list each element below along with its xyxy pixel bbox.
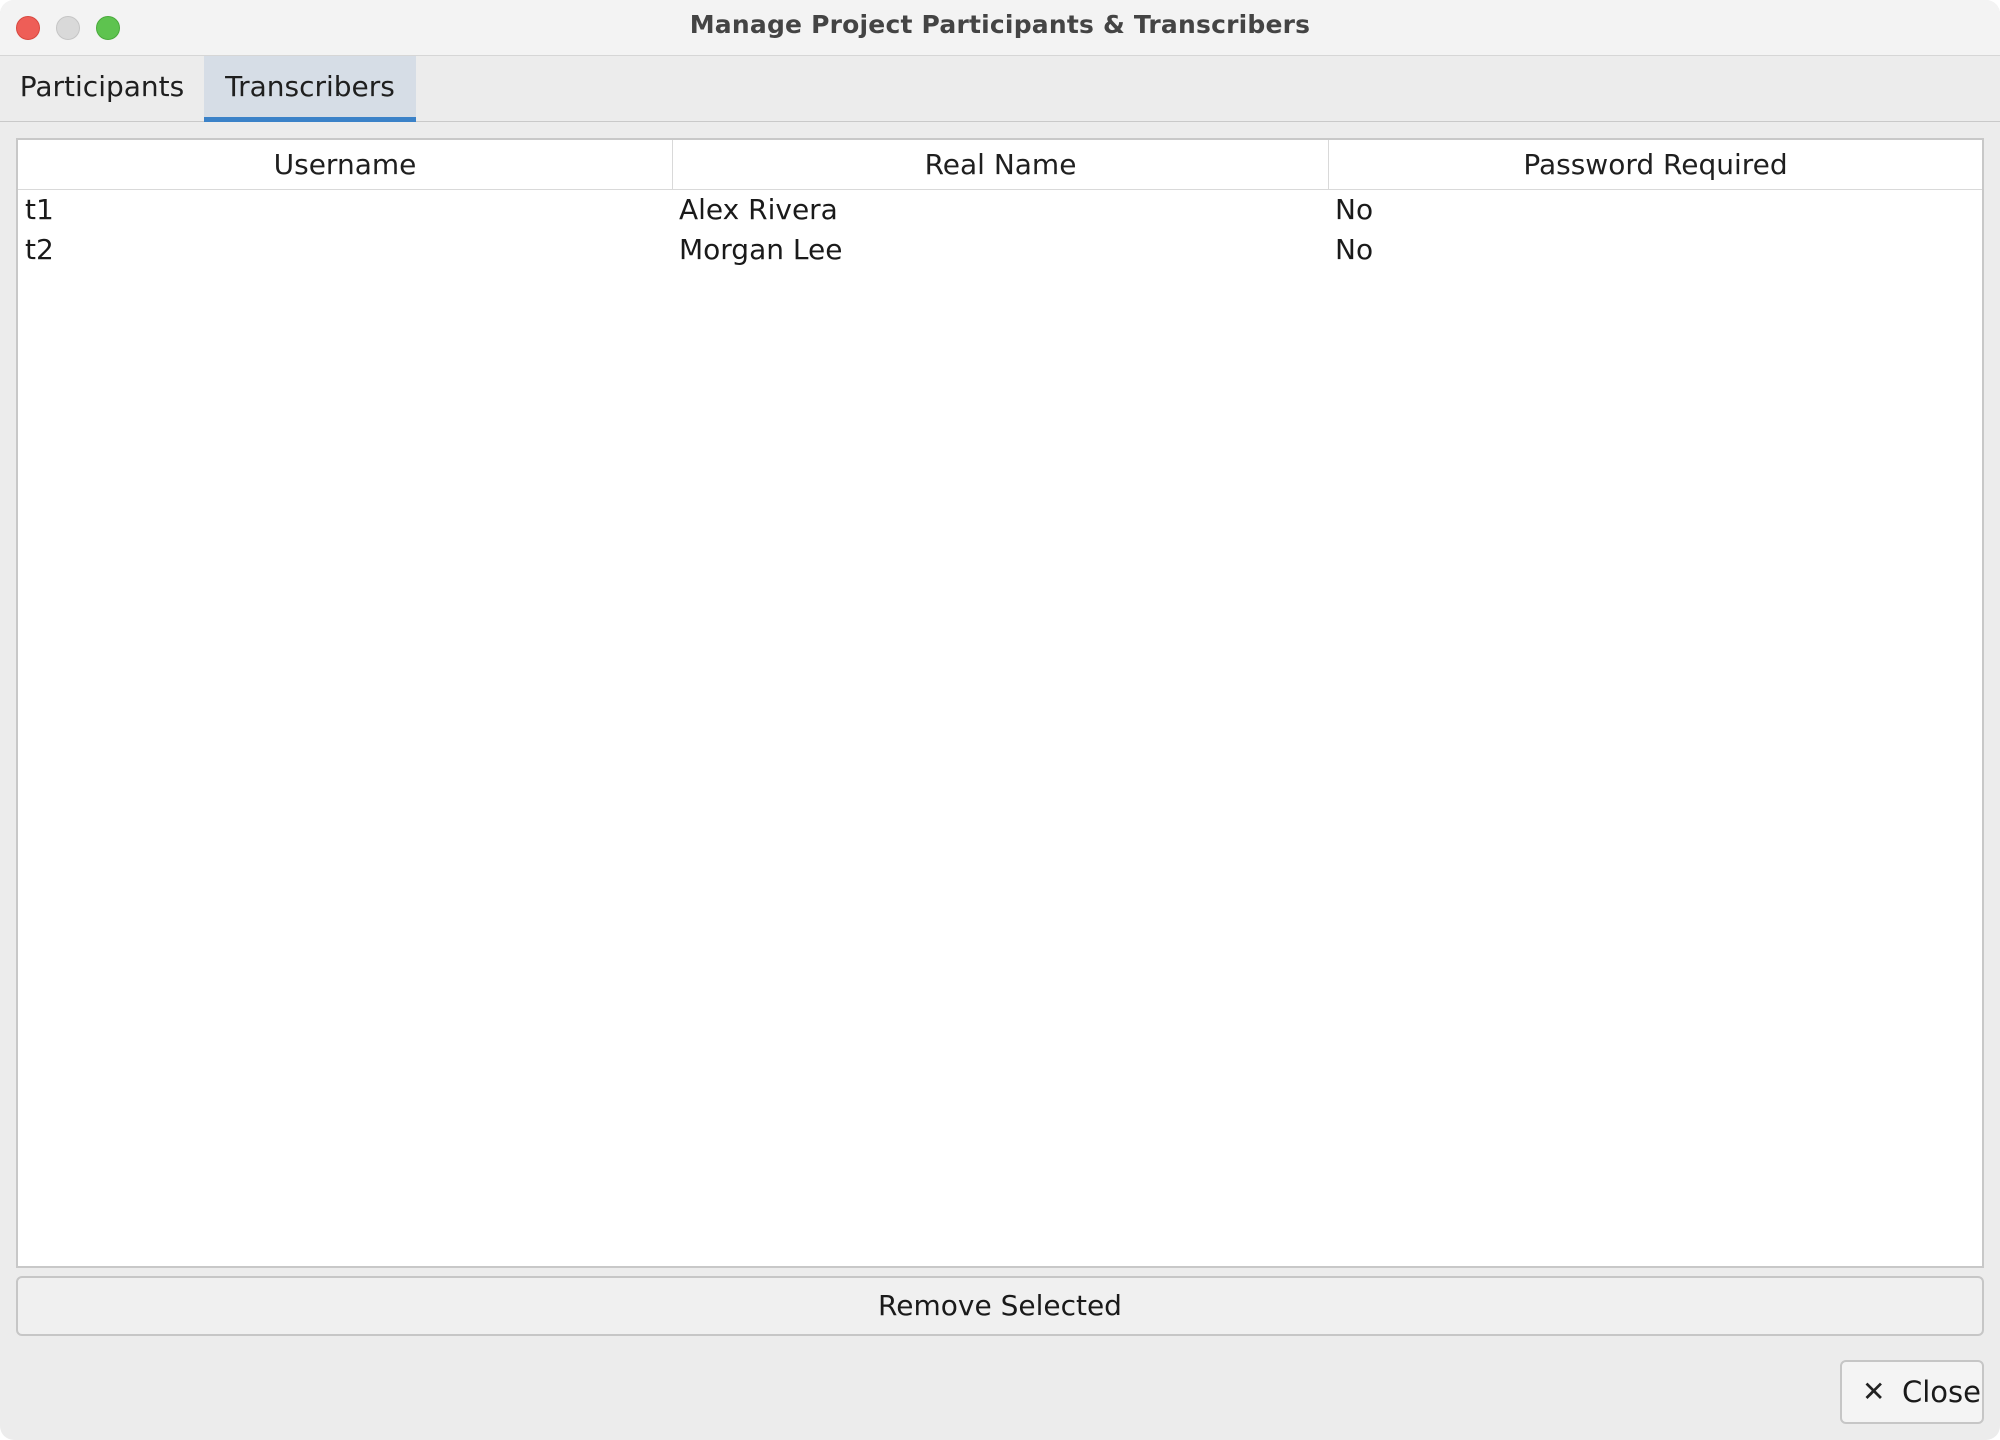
table-header: Username Real Name Password Required — [18, 140, 1982, 190]
close-icon: ✕ — [1862, 1375, 1886, 1408]
table-body: t1 Alex Rivera No t2 Morgan Lee No — [18, 190, 1982, 270]
tab-participants[interactable]: Participants — [0, 56, 204, 122]
transcribers-table[interactable]: Username Real Name Password Required t1 … — [16, 138, 1984, 1268]
remove-selected-button[interactable]: Remove Selected — [16, 1276, 1984, 1336]
cell-password-required: No — [1335, 233, 1374, 266]
table-row[interactable]: t2 Morgan Lee No — [18, 230, 1982, 270]
cell-real-name: Morgan Lee — [679, 233, 843, 266]
cell-username: t2 — [25, 233, 54, 266]
cell-real-name: Alex Rivera — [679, 193, 838, 226]
close-button-label: Close — [1902, 1375, 1981, 1409]
title-bar: Manage Project Participants & Transcribe… — [0, 0, 2000, 56]
cell-password-required: No — [1335, 193, 1374, 226]
tab-transcribers[interactable]: Transcribers — [204, 56, 416, 122]
tab-bar: Participants Transcribers — [0, 56, 2000, 122]
dialog-window: Manage Project Participants & Transcribe… — [0, 0, 2000, 1440]
table-row[interactable]: t1 Alex Rivera No — [18, 190, 1982, 230]
window-title: Manage Project Participants & Transcribe… — [689, 10, 1311, 39]
close-button[interactable]: ✕ Close — [1840, 1360, 1984, 1424]
column-header-real-name[interactable]: Real Name — [672, 140, 1328, 190]
column-header-username[interactable]: Username — [18, 140, 672, 190]
cell-username: t1 — [25, 193, 54, 226]
column-header-password-required[interactable]: Password Required — [1328, 140, 1982, 190]
